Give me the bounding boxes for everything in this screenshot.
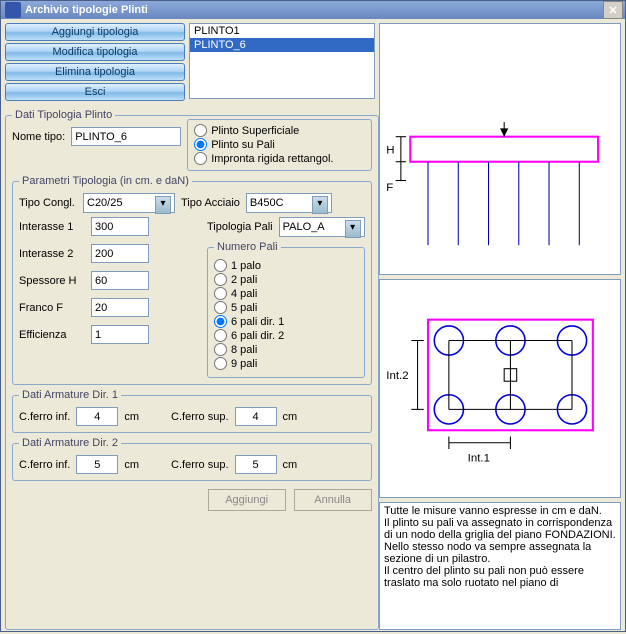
arm2-inf-input[interactable] [76, 455, 118, 474]
cferro-sup-label: C.ferro sup. [171, 411, 228, 423]
cferro-inf-label: C.ferro inf. [19, 459, 70, 471]
arm1-sup-input[interactable] [235, 407, 277, 426]
list-item[interactable]: PLINTO_6 [190, 38, 374, 52]
modify-type-button[interactable]: Modifica tipologia [5, 43, 185, 61]
group-label: Dati Tipologia Plinto [12, 109, 115, 121]
radio-pali-1[interactable]: 2 pali [214, 273, 358, 286]
nome-tipo-input[interactable] [71, 127, 181, 146]
radio-pali-4[interactable]: 6 pali dir. 1 [214, 315, 358, 328]
help-text-box[interactable]: Tutte le misure vanno espresse in cm e d… [379, 502, 621, 630]
efficienza-label: Efficienza [19, 329, 85, 341]
delete-type-button[interactable]: Elimina tipologia [5, 63, 185, 81]
titlebar: Archivio tipologie Plinti ✕ [1, 1, 625, 19]
interasse1-input[interactable] [91, 217, 149, 236]
cferro-sup-label: C.ferro sup. [171, 459, 228, 471]
parametri-group: Parametri Tipologia (in cm. e daN) Tipo … [12, 175, 372, 385]
cm-label: cm [124, 411, 139, 423]
int1-label: Int.1 [468, 453, 490, 465]
exit-button[interactable]: Esci [5, 83, 185, 101]
int2-label: Int.2 [386, 371, 408, 383]
close-button[interactable]: ✕ [603, 1, 623, 19]
tipo-congl-label: Tipo Congl. [19, 197, 77, 209]
tipo-acciaio-select[interactable]: B450C [246, 193, 332, 213]
arm1-group: Dati Armature Dir. 1 C.ferro inf. cm C.f… [12, 389, 372, 433]
help-text: Tutte le misure vanno espresse in cm e d… [384, 505, 619, 589]
tipologia-pali-select[interactable]: PALO_A [279, 217, 365, 237]
add-button[interactable]: Aggiungi [208, 489, 286, 511]
radio-pali-3[interactable]: 5 pali [214, 301, 358, 314]
tipologia-pali-label: Tipologia Pali [207, 221, 273, 233]
radio-pali-5[interactable]: 6 pali dir. 2 [214, 329, 358, 342]
cm-label: cm [124, 459, 139, 471]
add-type-button[interactable]: Aggiungi tipologia [5, 23, 185, 41]
tipo-congl-select[interactable]: C20/25 [83, 193, 175, 213]
arm2-sup-input[interactable] [235, 455, 277, 474]
cferro-inf-label: C.ferro inf. [19, 411, 70, 423]
group-label: Dati Armature Dir. 2 [19, 437, 121, 449]
spessore-input[interactable] [91, 271, 149, 290]
arm1-inf-input[interactable] [76, 407, 118, 426]
radio-pali-2[interactable]: 4 pali [214, 287, 358, 300]
elevation-diagram: H F [379, 23, 621, 275]
radio-plinto-pali[interactable]: Plinto su Pali [194, 138, 364, 151]
tipo-acciaio-label: Tipo Acciaio [181, 197, 240, 209]
interasse1-label: Interasse 1 [19, 221, 85, 233]
cm-label: cm [283, 411, 298, 423]
radio-pali-7[interactable]: 9 pali [214, 357, 358, 370]
radio-impronta[interactable]: Impronta rigida rettangol. [194, 152, 364, 165]
radio-pali-0[interactable]: 1 palo [214, 259, 358, 272]
radio-plinto-superficiale[interactable]: Plinto Superficiale [194, 124, 364, 137]
type-listbox[interactable]: PLINTO1 PLINTO_6 [189, 23, 375, 99]
list-item[interactable]: PLINTO1 [190, 24, 374, 38]
group-label: Dati Armature Dir. 1 [19, 389, 121, 401]
cm-label: cm [283, 459, 298, 471]
arm2-group: Dati Armature Dir. 2 C.ferro inf. cm C.f… [12, 437, 372, 481]
window-title: Archivio tipologie Plinti [25, 4, 603, 16]
cancel-button[interactable]: Annulla [294, 489, 372, 511]
plinto-type-group: Plinto Superficiale Plinto su Pali Impro… [187, 119, 371, 171]
app-icon [5, 2, 21, 18]
spessore-label: Spessore H [19, 275, 85, 287]
f-label: F [386, 182, 393, 194]
dati-tipologia-group: Dati Tipologia Plinto Nome tipo: Plinto … [5, 109, 379, 630]
h-label: H [386, 144, 394, 156]
plan-diagram: Int.2 Int.1 [379, 279, 621, 498]
numero-pali-group: Numero Pali 1 palo2 pali4 pali5 pali6 pa… [207, 241, 365, 378]
interasse2-input[interactable] [91, 244, 149, 263]
nome-tipo-label: Nome tipo: [12, 131, 65, 143]
franco-label: Franco F [19, 302, 85, 314]
radio-pali-6[interactable]: 8 pali [214, 343, 358, 356]
group-label: Numero Pali [214, 241, 281, 253]
group-label: Parametri Tipologia (in cm. e daN) [19, 175, 192, 187]
franco-input[interactable] [91, 298, 149, 317]
interasse2-label: Interasse 2 [19, 248, 85, 260]
efficienza-input[interactable] [91, 325, 149, 344]
